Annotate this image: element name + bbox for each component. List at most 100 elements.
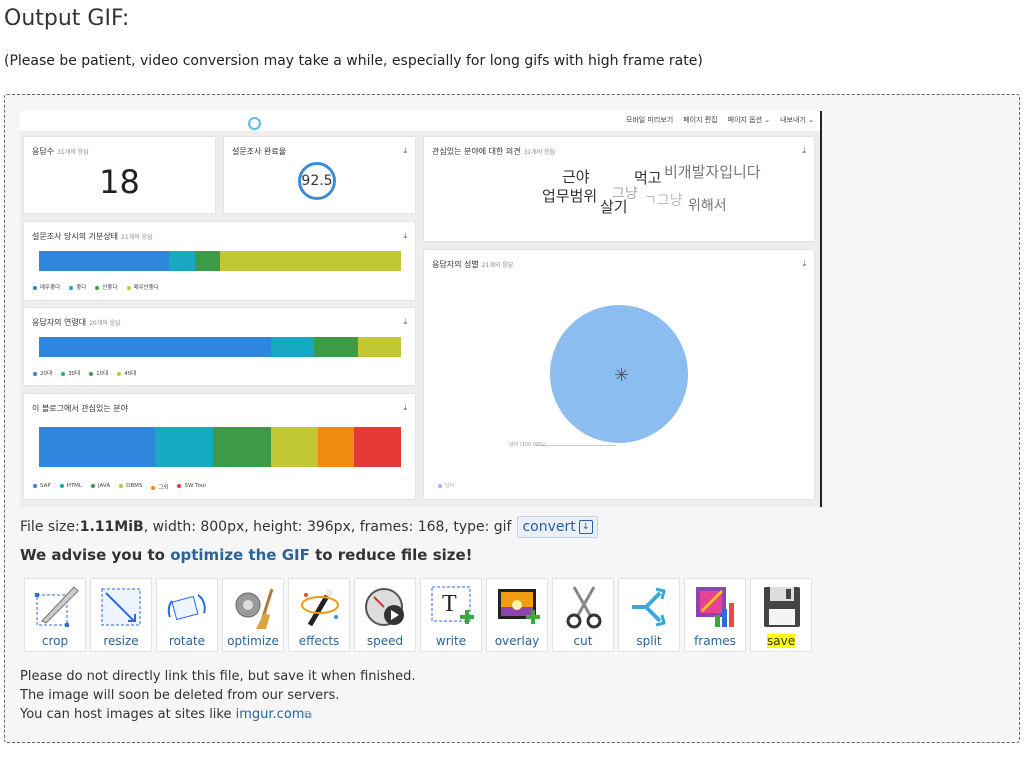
card-count: 20개의 응답 (89, 320, 121, 327)
legend-item: 20대 (33, 369, 52, 377)
card-count: 21개의 응답 (121, 234, 153, 241)
word: 근야 (562, 168, 590, 186)
word: 살기 (600, 198, 628, 216)
svg-text:T: T (442, 591, 457, 617)
word: 위해서 (688, 198, 727, 214)
overlay-icon (498, 589, 540, 624)
word: ㄱ그냥 (644, 193, 683, 209)
card-title: 응답자의 연령대 (32, 318, 87, 327)
download-icon: ⤓ (403, 317, 407, 326)
crop-icon (35, 586, 79, 627)
card-count: 31개의 응답 (523, 149, 556, 156)
card-title: 설문조사 완료율 (232, 147, 287, 156)
card-count: 31개의 응답 (57, 149, 89, 156)
optimize-link[interactable]: optimize the GIF (170, 546, 310, 564)
pie-label-line (536, 445, 616, 446)
legend-item: 30대 (61, 369, 80, 377)
tool-speed[interactable]: speed (354, 578, 416, 652)
tool-bar: crop resize rotate optimize effects spee… (24, 578, 812, 652)
download-icon: ↓ (578, 520, 593, 534)
card-title: 이 블로그에서 관심있는 분야 (32, 404, 128, 413)
legend-item: 매우좋다 (33, 283, 60, 291)
word: 그냥 (612, 186, 638, 202)
optimize-icon (235, 588, 274, 629)
legend-item: 좋다 (69, 283, 86, 291)
split-icon (632, 587, 666, 627)
tool-split[interactable]: split (618, 578, 680, 652)
completion-card: 설문조사 완료율 ⤓ 92.5 (224, 137, 415, 213)
mobile-preview-item: 모바일 미리보기 (625, 116, 674, 124)
legend-item: SAP (33, 483, 51, 491)
completion-gauge: 92.5 (298, 162, 336, 200)
card-title: 관심있는 분야에 대한 의견 (432, 147, 521, 156)
frames-icon (696, 587, 734, 627)
conversion-note: (Please be patient, video conversion may… (4, 53, 703, 69)
legend-item: 그외 (151, 483, 168, 491)
write-icon: T (431, 586, 474, 624)
legend-item: 10대 (89, 369, 108, 377)
imgur-link[interactable]: imgur.com (236, 707, 305, 722)
tool-effects[interactable]: effects (288, 578, 350, 652)
word: 먹고 (634, 169, 662, 187)
convert-button[interactable]: convert ↓ (517, 516, 598, 538)
tool-frames[interactable]: frames (684, 578, 746, 652)
card-count: 21개의 응답 (481, 262, 514, 269)
response-count: 18 (99, 163, 140, 201)
mood-bar (39, 251, 401, 271)
interest-bar (39, 427, 401, 467)
tool-optimize[interactable]: optimize (222, 578, 284, 652)
interest-card: 이 블로그에서 관심있는 분야 ⤓ SAP HTML JAVA DBMS 그외 … (24, 394, 415, 499)
tool-save[interactable]: save (750, 578, 812, 652)
tool-resize[interactable]: resize (90, 578, 152, 652)
age-bar (39, 337, 401, 357)
mood-card: 설문조사 당시의 기분상태 21개의 응답 ⤓ 매우좋다 좋다 안좋다 매우안좋다 (24, 222, 415, 300)
legend-item: JAVA (91, 483, 110, 491)
legend-item: 안좋다 (95, 283, 118, 291)
tool-rotate[interactable]: rotate (156, 578, 218, 652)
export-item: 내보내기 ⌄ (780, 116, 814, 124)
dashboard: 응답수 31개의 응답 18 설문조사 완료율 ⤓ 92.5 관심있는 분야에 대… (20, 131, 820, 507)
card-title: 응답자의 성별 (432, 260, 479, 269)
save-icon (764, 587, 800, 627)
legend-item: SW Tool (177, 483, 206, 491)
rotate-icon (167, 594, 206, 621)
legend-item: HTML (59, 483, 82, 491)
download-icon: ⤓ (802, 146, 806, 155)
tool-crop[interactable]: crop (24, 578, 86, 652)
tool-overlay[interactable]: overlay (486, 578, 548, 652)
gender-card: 응답자의 성별 21개의 응답 ⤓ ✳ 남자 (100.00%) 남자 (424, 250, 814, 499)
cursor-icon (248, 117, 261, 130)
legend-item: 40대 (117, 369, 136, 377)
word: 비개발자입니다 (664, 163, 761, 181)
page-edit-item: 페이지 편집 (683, 116, 718, 124)
pie-label: 남자 (100.00%) (509, 442, 546, 448)
page-options-item: 페이지 옵션 ⌄ (727, 116, 771, 124)
download-icon: ⤓ (403, 231, 407, 240)
output-panel: 모바일 미리보기 페이지 편집 페이지 옵션 ⌄ 내보내기 ⌄ 응답수 31개의 … (4, 94, 1020, 743)
download-icon: ⤓ (802, 259, 806, 268)
responses-card: 응답수 31개의 응답 18 (24, 137, 215, 213)
effects-icon (301, 589, 339, 627)
resize-icon (101, 588, 141, 626)
optimize-advice: We advise you to optimize the GIF to red… (20, 546, 473, 564)
word: 업무범위 (542, 187, 598, 205)
footer-note: Please do not directly link this file, b… (20, 669, 416, 722)
file-size: 1.11MiB (79, 519, 144, 535)
legend-item: 남자 (438, 482, 454, 489)
external-link-icon: ⧉ (304, 710, 312, 721)
loading-spinner-icon: ✳ (614, 365, 630, 386)
card-title: 응답수 (32, 147, 55, 156)
gif-preview: 모바일 미리보기 페이지 편집 페이지 옵션 ⌄ 내보내기 ⌄ 응답수 31개의 … (20, 111, 822, 507)
card-title: 설문조사 당시의 기분상태 (32, 232, 119, 241)
tool-cut[interactable]: cut (552, 578, 614, 652)
tool-write[interactable]: T write (420, 578, 482, 652)
file-info: File size: 1.11MiB, width: 800px, height… (20, 516, 598, 538)
age-card: 응답자의 연령대 20개의 응답 ⤓ 20대 30대 10대 40대 (24, 308, 415, 385)
cut-icon (566, 586, 602, 629)
download-icon: ⤓ (403, 403, 407, 412)
opinion-card: 관심있는 분야에 대한 의견 31개의 응답 ⤓ 근야 업무범위 살기 그냥 ㄱ그… (424, 137, 814, 241)
page-title: Output GIF: (4, 6, 130, 31)
legend-item: 매우안좋다 (126, 283, 159, 291)
preview-toolbar: 모바일 미리보기 페이지 편집 페이지 옵션 ⌄ 내보내기 ⌄ (20, 111, 820, 132)
speed-icon (365, 588, 404, 626)
